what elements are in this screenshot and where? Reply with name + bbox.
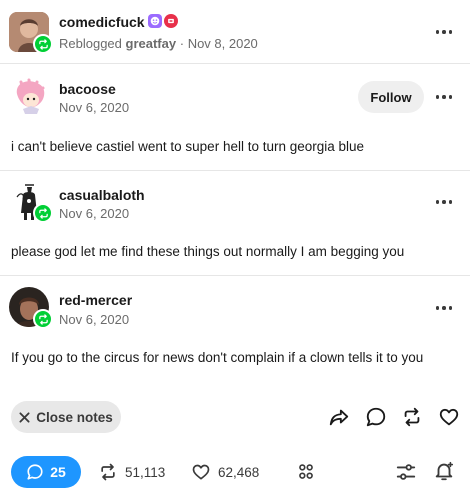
comment-icon (27, 464, 43, 480)
purple-face-badge-icon (148, 14, 162, 28)
meta-separator: · (179, 36, 185, 51)
more-options-button[interactable] (434, 298, 454, 318)
reblogged-label: Reblogged (59, 36, 122, 51)
more-options-button[interactable] (434, 87, 454, 107)
reblog-badge-icon (33, 34, 53, 54)
post-date: Nov 6, 2020 (59, 206, 130, 221)
more-options-button[interactable] (434, 22, 454, 42)
avatar[interactable] (9, 76, 49, 116)
divider (0, 63, 470, 64)
post-text: If you go to the circus for news don't c… (11, 350, 424, 365)
post-date: Nov 6, 2020 (59, 100, 130, 115)
comments-button[interactable]: 25 (11, 456, 81, 488)
divider (0, 275, 470, 276)
follow-button[interactable]: Follow (358, 81, 424, 113)
reblog-icon (101, 463, 115, 481)
divider (0, 170, 470, 171)
red-badge-icon (164, 14, 178, 28)
post-date: Nov 8, 2020 (187, 36, 258, 51)
reblogs-count: 51,113 (125, 464, 166, 480)
reblogged-from-link[interactable]: greatfay (126, 36, 177, 51)
close-icon (19, 411, 30, 423)
comments-count: 25 (50, 464, 66, 480)
reblog-icon[interactable] (400, 405, 424, 429)
more-options-button[interactable] (434, 192, 454, 212)
post-text: please god let me find these things out … (11, 244, 405, 259)
like-icon[interactable] (437, 405, 461, 429)
username[interactable]: bacoose (59, 81, 116, 97)
reply-icon[interactable] (364, 405, 388, 429)
reblog-badge-icon (33, 309, 53, 329)
post-date: Nov 6, 2020 (59, 312, 130, 327)
username[interactable]: casualbaloth (59, 187, 145, 203)
close-notes-button[interactable]: Close notes (11, 401, 121, 433)
heart-icon (192, 464, 210, 480)
reblog-meta: Reblogged greatfay · Nov 8, 2020 (59, 36, 258, 51)
username[interactable]: red-mercer (59, 292, 132, 308)
community-icon[interactable] (294, 460, 318, 484)
likes-button[interactable]: 62,468 (191, 462, 259, 482)
post-header: comedicfuck Reblogged greatfay · Nov 8, … (0, 0, 470, 62)
close-notes-label: Close notes (36, 409, 113, 425)
filter-icon[interactable] (394, 460, 418, 484)
reblogs-button[interactable]: 51,113 (98, 462, 165, 482)
likes-count: 62,468 (218, 464, 260, 480)
notes-footer: 25 51,113 62,468 (0, 444, 470, 500)
post-text: i can't believe castiel went to super he… (11, 139, 365, 154)
share-icon[interactable] (327, 405, 351, 429)
notification-bell-icon[interactable] (432, 459, 456, 483)
username[interactable]: comedicfuck (59, 14, 145, 30)
reblog-badge-icon (33, 203, 53, 223)
